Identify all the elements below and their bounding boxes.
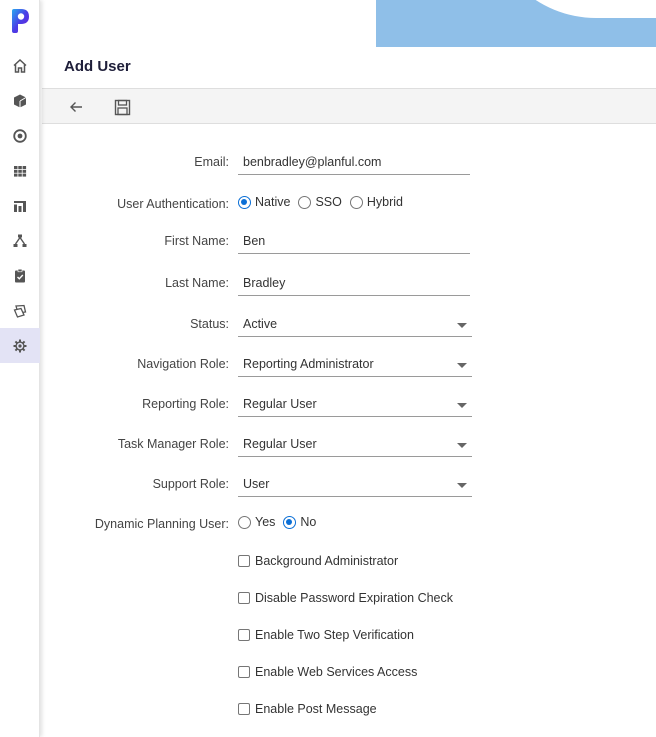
- cube-icon: [14, 94, 27, 107]
- sidebar-item-hierarchy[interactable]: [0, 223, 40, 258]
- user-authentication-radio-group: Native SSO Hybrid: [238, 195, 411, 209]
- status-label: Status:: [190, 317, 229, 331]
- status-value: Active: [243, 317, 278, 331]
- checkbox-label: Enable Post Message: [255, 702, 377, 716]
- bar-chart-icon: [14, 200, 26, 212]
- sidebar-item-cube[interactable]: [0, 83, 40, 118]
- sidebar-item-tasks[interactable]: [0, 258, 40, 293]
- task-manager-role-value: Regular User: [243, 437, 317, 451]
- chevron-down-icon[interactable]: [457, 363, 467, 368]
- auth-radio-native[interactable]: Native: [238, 195, 290, 209]
- sidebar-item-settings[interactable]: [0, 328, 40, 363]
- chevron-down-icon[interactable]: [457, 483, 467, 488]
- last-name-field[interactable]: Bradley: [238, 272, 470, 296]
- support-role-row: Support Role: User: [42, 473, 656, 497]
- checkbox-box[interactable]: [238, 555, 250, 567]
- back-button[interactable]: [66, 97, 86, 117]
- sidebar-item-reports[interactable]: [0, 188, 40, 223]
- chevron-down-icon[interactable]: [457, 403, 467, 408]
- status-select[interactable]: Active: [238, 313, 472, 337]
- user-authentication-row: User Authentication: Native SSO Hybrid: [42, 193, 656, 217]
- email-field[interactable]: benbradley@planful.com: [238, 151, 470, 175]
- layers-icon: [13, 304, 27, 318]
- arrow-left-icon: [70, 102, 82, 112]
- navigation-role-label: Navigation Role:: [137, 357, 229, 371]
- target-icon: [13, 128, 27, 143]
- chevron-down-icon[interactable]: [457, 443, 467, 448]
- status-row: Status: Active: [42, 313, 656, 337]
- dynamic-planning-row: Dynamic Planning User: Yes No: [42, 513, 656, 537]
- save-icon: [114, 99, 130, 115]
- email-row: Email: benbradley@planful.com: [42, 151, 656, 175]
- email-label: Email:: [194, 155, 229, 169]
- task-manager-role-row: Task Manager Role: Regular User: [42, 433, 656, 457]
- checkbox-label: Enable Web Services Access: [255, 665, 418, 679]
- radio-selected-indicator[interactable]: [238, 195, 251, 209]
- auth-radio-hybrid[interactable]: Hybrid: [349, 195, 403, 209]
- sidebar: [0, 0, 40, 737]
- checkbox-label: Disable Password Expiration Check: [255, 591, 454, 605]
- page-title: Add User: [64, 58, 131, 75]
- support-role-value: User: [243, 477, 270, 491]
- auth-radio-sso[interactable]: SSO: [298, 195, 342, 209]
- first-name-row: First Name: Ben: [42, 230, 656, 254]
- reporting-role-select[interactable]: Regular User: [238, 393, 472, 417]
- checkbox-box[interactable]: [238, 592, 250, 604]
- radio-indicator[interactable]: [349, 195, 363, 209]
- hierarchy-icon: [13, 234, 27, 247]
- checkbox-label: Enable Two Step Verification: [255, 628, 414, 642]
- gear-icon: [13, 339, 27, 352]
- dynamic-planning-radio-no[interactable]: No: [283, 515, 316, 529]
- clipboard-check-icon: [15, 268, 25, 282]
- dynamic-planning-radio-yes[interactable]: Yes: [238, 515, 275, 529]
- last-name-row: Last Name: Bradley: [42, 272, 656, 296]
- checkbox-box[interactable]: [238, 703, 250, 715]
- task-manager-role-select[interactable]: Regular User: [238, 433, 472, 457]
- enable-web-services-access-checkbox[interactable]: Enable Web Services Access: [238, 665, 417, 679]
- checkbox-label: Background Administrator: [255, 554, 399, 568]
- navigation-role-select[interactable]: Reporting Administrator: [238, 353, 472, 377]
- header-banner-graphic: [376, 0, 656, 47]
- user-authentication-label: User Authentication:: [117, 197, 229, 211]
- navigation-role-row: Navigation Role: Reporting Administrator: [42, 353, 656, 377]
- task-manager-role-label: Task Manager Role:: [117, 437, 229, 451]
- planful-logo[interactable]: [10, 8, 30, 34]
- support-role-label: Support Role:: [152, 477, 229, 491]
- first-name-label: First Name:: [164, 234, 229, 248]
- home-icon: [13, 58, 27, 73]
- dynamic-planning-label: Dynamic Planning User:: [94, 517, 229, 531]
- last-name-label: Last Name:: [165, 276, 229, 290]
- sidebar-item-target[interactable]: [0, 118, 40, 153]
- chevron-down-icon[interactable]: [457, 323, 467, 328]
- sidebar-item-grid[interactable]: [0, 153, 40, 188]
- grid-icon: [14, 165, 27, 177]
- radio-selected-indicator[interactable]: [283, 515, 297, 529]
- sidebar-item-home[interactable]: [0, 48, 40, 83]
- auth-option-label: Hybrid: [366, 195, 403, 209]
- dynamic-planning-option-label: Yes: [255, 515, 276, 529]
- checkbox-box[interactable]: [238, 629, 250, 641]
- auth-option-label: SSO: [315, 195, 342, 209]
- radio-indicator[interactable]: [298, 195, 312, 209]
- dynamic-planning-option-label: No: [300, 515, 317, 529]
- reporting-role-label: Reporting Role:: [142, 397, 229, 411]
- enable-two-step-verification-checkbox[interactable]: Enable Two Step Verification: [238, 628, 414, 642]
- dynamic-planning-radio-group: Yes No: [238, 515, 324, 529]
- radio-indicator[interactable]: [238, 515, 251, 529]
- toolbar: [42, 88, 656, 124]
- sidebar-item-layers[interactable]: [0, 293, 40, 328]
- reporting-role-value: Regular User: [243, 397, 317, 411]
- enable-post-message-checkbox[interactable]: Enable Post Message: [238, 702, 377, 716]
- reporting-role-row: Reporting Role: Regular User: [42, 393, 656, 417]
- checkbox-box[interactable]: [238, 666, 250, 678]
- support-role-select[interactable]: User: [238, 473, 472, 497]
- disable-password-expiration-checkbox[interactable]: Disable Password Expiration Check: [238, 591, 453, 605]
- auth-option-label: Native: [255, 195, 291, 209]
- navigation-role-value: Reporting Administrator: [243, 357, 374, 371]
- first-name-field[interactable]: Ben: [238, 230, 470, 254]
- save-button[interactable]: [112, 97, 132, 117]
- background-administrator-checkbox[interactable]: Background Administrator: [238, 554, 398, 568]
